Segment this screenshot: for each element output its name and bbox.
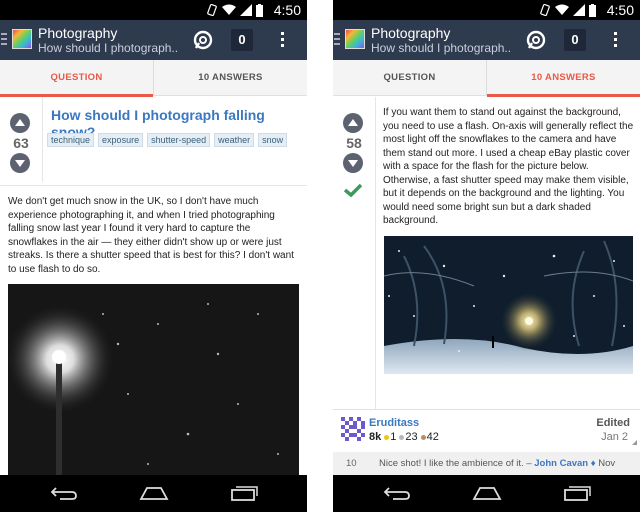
author-reputation: 8k 1 23 42 — [369, 431, 439, 443]
comment-row[interactable]: 10 Nice shot! I like the ambience of it.… — [333, 452, 640, 475]
back-icon[interactable] — [383, 485, 411, 501]
expand-corner-icon[interactable] — [632, 440, 637, 445]
overflow-menu-icon[interactable] — [281, 32, 285, 49]
divider — [375, 97, 376, 409]
battery-icon — [256, 3, 263, 17]
inbox-counter[interactable]: 0 — [231, 29, 253, 51]
back-icon[interactable] — [50, 485, 78, 501]
question-photo[interactable] — [8, 284, 299, 475]
moderator-diamond-icon: ♦ — [590, 458, 596, 469]
site-logo-icon[interactable] — [345, 29, 365, 49]
tab-answers[interactable]: 10 ANSWERS — [487, 60, 640, 97]
question-body: We don't get much snow in the UK, so I d… — [8, 196, 294, 275]
drawer-icon[interactable] — [1, 33, 7, 47]
bronze-badge-count: 42 — [426, 431, 439, 443]
comment-score: 10 — [346, 458, 357, 469]
comment-date: Nov — [598, 458, 616, 469]
vibrate-icon — [540, 4, 550, 16]
tag-snow[interactable]: snow — [258, 133, 288, 147]
app-subtitle: How should I photograph... — [38, 41, 178, 55]
edited-date: Jan 2 — [601, 431, 628, 443]
tag-exposure[interactable]: exposure — [98, 133, 144, 147]
tag-technique[interactable]: technique — [47, 133, 95, 147]
app-subtitle: How should I photograph... — [371, 41, 511, 55]
question-content: 63 How should I photograph falling snow?… — [0, 97, 307, 475]
inbox-counter[interactable]: 0 — [564, 29, 586, 51]
inbox-icon[interactable] — [525, 29, 547, 51]
author-name[interactable]: Eruditass — [369, 417, 419, 429]
tag-shutter-speed[interactable]: shutter-speed — [147, 133, 211, 147]
upvote-icon[interactable] — [10, 113, 30, 133]
app-title: Photography — [38, 25, 118, 41]
nav-bar — [0, 475, 307, 512]
vibrate-icon — [207, 4, 217, 16]
answer-author-bar: Eruditass 8k 1 23 42 Edited Jan 2 — [333, 409, 640, 452]
tab-bar: QUESTION 10 ANSWERS — [333, 60, 640, 97]
divider — [0, 185, 307, 186]
gold-badge-icon — [384, 435, 390, 440]
recent-apps-icon[interactable] — [230, 485, 258, 501]
wifi-icon — [222, 4, 236, 15]
clock: 4:50 — [606, 2, 634, 18]
vote-count: 63 — [13, 135, 29, 151]
divider — [42, 97, 43, 182]
divider — [307, 0, 333, 512]
answer-body: If you want them to stand out against th… — [383, 107, 634, 226]
site-logo-icon[interactable] — [12, 29, 32, 49]
app-bar: Photography How should I photograph... 0 — [0, 20, 307, 60]
answers-screen: 4:50 Photography How should I photograph… — [333, 0, 640, 512]
downvote-icon[interactable] — [343, 153, 363, 173]
silver-badge-count: 23 — [405, 431, 418, 443]
tab-question[interactable]: QUESTION — [0, 60, 153, 97]
answer-content: 58 If you want them to stand out against… — [333, 97, 640, 475]
clock: 4:50 — [273, 2, 301, 18]
signal-icon — [573, 4, 585, 16]
drawer-icon[interactable] — [334, 33, 340, 47]
status-bar: 4:50 — [0, 0, 307, 20]
tag-list: technique exposure shutter-speed weather… — [47, 133, 288, 147]
tab-answers[interactable]: 10 ANSWERS — [154, 60, 307, 96]
tab-bar: QUESTION 10 ANSWERS — [0, 60, 307, 97]
reputation-score: 8k — [369, 431, 382, 443]
inbox-icon[interactable] — [192, 29, 214, 51]
app-bar: Photography How should I photograph... 0 — [333, 20, 640, 60]
avatar[interactable] — [341, 417, 365, 443]
home-icon[interactable] — [472, 485, 502, 501]
comment-author[interactable]: John Cavan — [534, 458, 588, 469]
bronze-badge-icon — [420, 435, 426, 440]
downvote-icon[interactable] — [10, 153, 30, 173]
silver-badge-icon — [399, 435, 405, 440]
gold-badge-count: 1 — [390, 431, 397, 443]
tab-question[interactable]: QUESTION — [333, 60, 486, 96]
accepted-check-icon — [343, 183, 363, 197]
nav-bar — [333, 475, 640, 512]
tag-weather[interactable]: weather — [214, 133, 255, 147]
home-icon[interactable] — [139, 485, 169, 501]
app-title: Photography — [371, 25, 451, 41]
signal-icon — [240, 4, 252, 16]
status-bar: 4:50 — [333, 0, 640, 20]
upvote-icon[interactable] — [343, 113, 363, 133]
overflow-menu-icon[interactable] — [614, 32, 618, 49]
comment-text: Nice shot! I like the ambience of it. – … — [379, 458, 616, 469]
edited-label: Edited — [596, 417, 630, 429]
recent-apps-icon[interactable] — [563, 485, 591, 501]
battery-icon — [589, 3, 596, 17]
answer-photo[interactable] — [384, 236, 633, 374]
wifi-icon — [555, 4, 569, 15]
question-screen: 4:50 Photography How should I photograph… — [0, 0, 307, 512]
vote-count: 58 — [346, 135, 362, 151]
